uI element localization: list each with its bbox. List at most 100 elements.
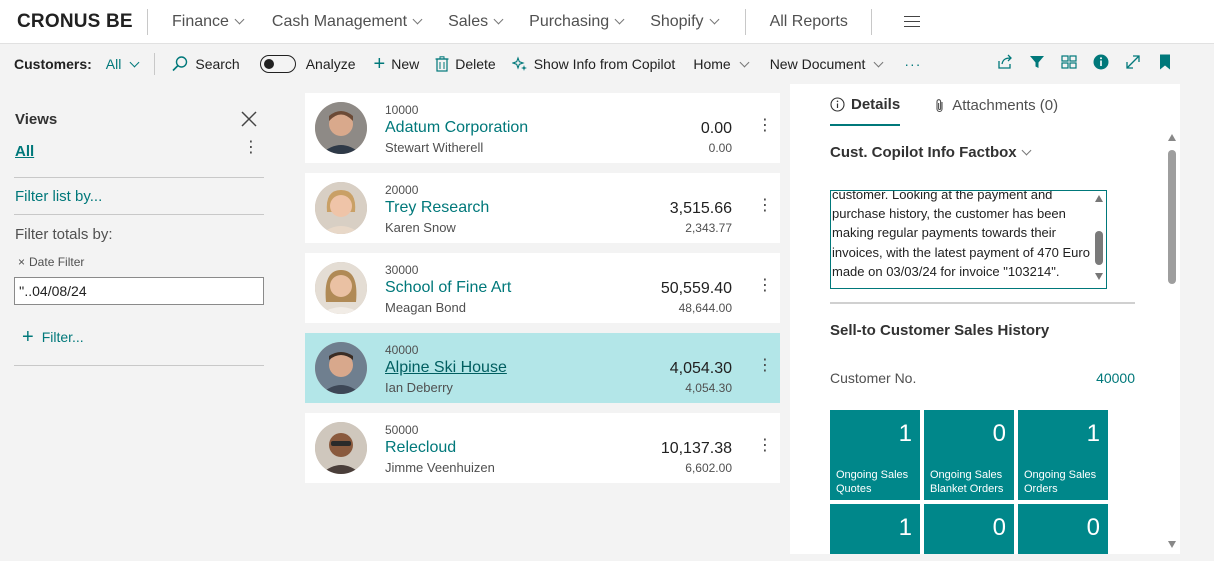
nav-finance[interactable]: Finance bbox=[148, 13, 256, 31]
tab-details[interactable]: Details bbox=[830, 96, 901, 126]
cue-tile[interactable]: 0 bbox=[1018, 504, 1108, 554]
divider bbox=[14, 177, 264, 178]
delete-button[interactable]: Delete bbox=[427, 56, 503, 72]
plus-icon: + bbox=[22, 326, 34, 348]
avatar bbox=[315, 182, 367, 234]
customer-balance: 50,559.40 bbox=[660, 280, 732, 297]
cue-tile[interactable]: 0 bbox=[924, 504, 1014, 554]
filter-pane: Views All ⋮ Filter list by... Filter tot… bbox=[0, 84, 280, 561]
nav-shopify[interactable]: Shopify bbox=[636, 13, 730, 31]
card-menu-icon[interactable]: ⋮ bbox=[757, 118, 773, 134]
customer-card[interactable]: 20000 Trey Research Karen Snow 3,515.66 … bbox=[305, 173, 780, 243]
scroll-up-icon[interactable] bbox=[1168, 134, 1176, 141]
textbox-scrollbar[interactable] bbox=[1093, 193, 1105, 286]
customer-name[interactable]: Relecloud bbox=[385, 439, 456, 457]
scroll-up-icon[interactable] bbox=[1095, 195, 1103, 202]
close-icon[interactable] bbox=[240, 110, 258, 128]
customer-contact: Stewart Witherell bbox=[385, 140, 484, 155]
customer-balance-due: 2,343.77 bbox=[685, 221, 732, 235]
view-options-icon[interactable]: ⋮ bbox=[243, 140, 259, 156]
customer-contact: Jimme Veenhuizen bbox=[385, 460, 495, 475]
page-label: Customers: bbox=[14, 56, 92, 72]
date-filter-label: × Date Filter bbox=[18, 255, 85, 269]
top-navigation: CRONUS BE Finance Cash Management Sales … bbox=[0, 0, 1214, 44]
share-icon[interactable] bbox=[996, 53, 1014, 71]
search-button[interactable]: Search bbox=[163, 55, 247, 73]
view-selector[interactable]: All bbox=[92, 56, 147, 72]
action-bar: Customers: All Search Analyze + New Dele… bbox=[0, 45, 1214, 83]
avatar bbox=[315, 422, 367, 474]
cue-tile[interactable]: 1 bbox=[830, 504, 920, 554]
scroll-thumb[interactable] bbox=[1095, 231, 1103, 265]
scroll-down-icon[interactable] bbox=[1168, 541, 1176, 548]
remove-filter-icon[interactable]: × bbox=[18, 255, 25, 269]
copilot-summary-textbox[interactable]: customer. Looking at the payment and pur… bbox=[830, 190, 1107, 289]
nav-cash-management[interactable]: Cash Management bbox=[256, 13, 434, 31]
filter-list-by-link[interactable]: Filter list by... bbox=[15, 188, 102, 205]
customer-card[interactable]: 50000 Relecloud Jimme Veenhuizen 10,137.… bbox=[305, 413, 780, 483]
divider bbox=[830, 302, 1135, 304]
card-menu-icon[interactable]: ⋮ bbox=[757, 278, 773, 294]
cue-tile-orders[interactable]: 1 Ongoing Sales Orders bbox=[1018, 410, 1108, 500]
scroll-down-icon[interactable] bbox=[1095, 273, 1103, 280]
sales-history-title[interactable]: Sell-to Customer Sales History bbox=[830, 322, 1049, 339]
customer-no-value[interactable]: 40000 bbox=[1096, 370, 1135, 386]
nav-purchasing[interactable]: Purchasing bbox=[515, 13, 636, 31]
layout-icon[interactable] bbox=[1060, 53, 1078, 71]
hamburger-icon[interactable] bbox=[903, 16, 920, 27]
customer-name[interactable]: Trey Research bbox=[385, 199, 489, 217]
company-name[interactable]: CRONUS BE bbox=[0, 11, 147, 33]
customer-balance-due: 48,644.00 bbox=[678, 301, 732, 315]
info-icon[interactable] bbox=[1092, 53, 1110, 71]
customer-name[interactable]: Alpine Ski House bbox=[385, 359, 507, 377]
trash-icon bbox=[435, 56, 449, 72]
avatar bbox=[315, 262, 367, 314]
customer-balance: 0.00 bbox=[700, 120, 732, 137]
avatar bbox=[315, 102, 367, 154]
cue-tile-blanket-orders[interactable]: 0 Ongoing Sales Blanket Orders bbox=[924, 410, 1014, 500]
factbox-tabs: Details Attachments (0) bbox=[830, 96, 1058, 126]
tab-attachments[interactable]: Attachments (0) bbox=[934, 96, 1058, 126]
view-all-link[interactable]: All bbox=[15, 143, 34, 160]
card-menu-icon[interactable]: ⋮ bbox=[757, 198, 773, 214]
customer-name[interactable]: School of Fine Art bbox=[385, 279, 511, 297]
new-button[interactable]: + New bbox=[364, 54, 428, 74]
customer-card[interactable]: 10000 Adatum Corporation Stewart Withere… bbox=[305, 93, 780, 163]
chevron-down-icon bbox=[1021, 145, 1032, 156]
customer-card[interactable]: 30000 School of Fine Art Meagan Bond 50,… bbox=[305, 253, 780, 323]
chevron-down-icon bbox=[873, 57, 884, 67]
page-actions bbox=[996, 53, 1174, 71]
customer-name[interactable]: Adatum Corporation bbox=[385, 119, 528, 137]
search-icon bbox=[172, 56, 188, 72]
filter-icon[interactable] bbox=[1028, 53, 1046, 71]
date-filter-input[interactable] bbox=[14, 277, 264, 305]
nav-all-reports[interactable]: All Reports bbox=[746, 13, 861, 31]
analyze-toggle[interactable]: Analyze bbox=[248, 55, 364, 73]
bookmark-icon[interactable] bbox=[1156, 53, 1174, 71]
add-filter-button[interactable]: + Filter... bbox=[22, 327, 84, 347]
factbox-scrollbar[interactable] bbox=[1166, 132, 1178, 550]
nav-sales[interactable]: Sales bbox=[434, 13, 515, 31]
expand-icon[interactable] bbox=[1124, 53, 1142, 71]
card-menu-icon[interactable]: ⋮ bbox=[757, 438, 773, 454]
plus-icon: + bbox=[373, 53, 386, 75]
home-menu[interactable]: Home bbox=[683, 56, 755, 72]
customer-contact: Karen Snow bbox=[385, 220, 456, 235]
show-copilot-info-button[interactable]: Show Info from Copilot bbox=[504, 56, 684, 72]
customer-card-selected[interactable]: 40000 Alpine Ski House Ian Deberry 4,054… bbox=[305, 333, 780, 403]
chevron-down-icon bbox=[614, 14, 625, 25]
cue-tile-quotes[interactable]: 1 Ongoing Sales Quotes bbox=[830, 410, 920, 500]
toggle-switch[interactable] bbox=[259, 55, 296, 73]
more-options-button[interactable]: ··· bbox=[890, 56, 929, 72]
customer-balance: 10,137.38 bbox=[660, 440, 732, 457]
chevron-down-icon bbox=[739, 57, 750, 67]
new-document-menu[interactable]: New Document bbox=[756, 56, 891, 72]
customer-no-label: Customer No. bbox=[830, 370, 917, 386]
customer-contact: Meagan Bond bbox=[385, 300, 466, 315]
chevron-down-icon bbox=[129, 57, 140, 67]
paperclip-icon bbox=[936, 98, 943, 112]
card-menu-icon[interactable]: ⋮ bbox=[757, 358, 773, 374]
copilot-factbox-title[interactable]: Cust. Copilot Info Factbox bbox=[830, 144, 1032, 161]
scroll-thumb[interactable] bbox=[1168, 150, 1176, 284]
divider bbox=[14, 365, 264, 366]
